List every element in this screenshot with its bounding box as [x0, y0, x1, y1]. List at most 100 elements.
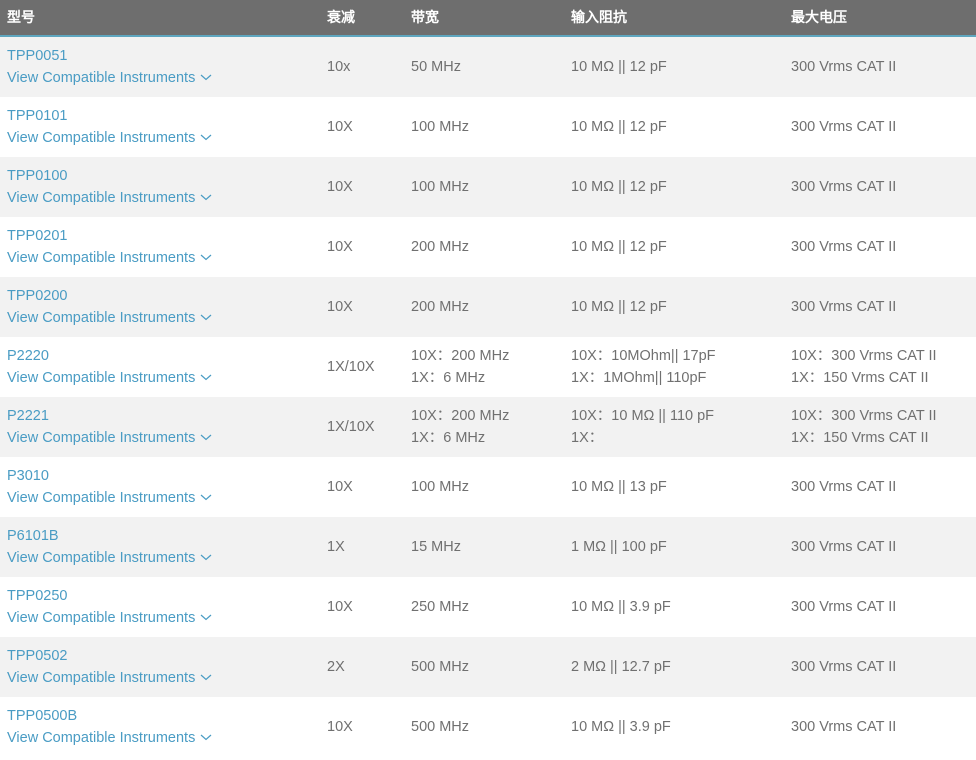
bandwidth-cell-line: 10X：200 MHz: [411, 408, 510, 424]
impedance-cell-line: 10X：10 MΩ || 110 pF: [571, 408, 715, 424]
attenuation-cell: 10X: [327, 599, 353, 615]
view-compatible-instruments-toggle[interactable]: View Compatible Instruments: [7, 367, 321, 389]
voltage-cell-line: 300 Vrms CAT II: [791, 599, 897, 615]
impedance-cell-line: 1 MΩ || 100 pF: [571, 539, 667, 555]
voltage-cell: 300 Vrms CAT II: [785, 56, 976, 78]
model-cell: TPP0250 View Compatible Instruments: [0, 585, 321, 629]
attenuation-cell: 10X: [327, 179, 353, 195]
view-compatible-instruments-toggle[interactable]: View Compatible Instruments: [7, 727, 321, 749]
model-cell: P2220 View Compatible Instruments: [0, 345, 321, 389]
voltage-cell-line: 300 Vrms CAT II: [791, 59, 897, 75]
model-link[interactable]: TPP0100: [7, 165, 321, 187]
view-compatible-instruments-label: View Compatible Instruments: [7, 130, 196, 146]
bandwidth-cell: 10X：200 MHz 1X：6 MHz: [405, 345, 565, 389]
model-link[interactable]: TPP0500B: [7, 705, 321, 727]
table-row: TPP0200 View Compatible Instruments 10X 200…: [0, 277, 976, 337]
voltage-cell-line: 10X：300 Vrms CAT II: [791, 348, 937, 364]
voltage-cell-line: 300 Vrms CAT II: [791, 239, 897, 255]
bandwidth-cell: 200 MHz: [405, 296, 565, 318]
model-cell: TPP0502 View Compatible Instruments: [0, 645, 321, 689]
impedance-cell-line: 10 MΩ || 12 pF: [571, 299, 667, 315]
impedance-cell-line: 10 MΩ || 12 pF: [571, 239, 667, 255]
attenuation-cell: 1X/10X: [327, 359, 375, 375]
view-compatible-instruments-label: View Compatible Instruments: [7, 490, 196, 506]
voltage-cell: 300 Vrms CAT II: [785, 236, 976, 258]
view-compatible-instruments-label: View Compatible Instruments: [7, 370, 196, 386]
voltage-cell-line: 300 Vrms CAT II: [791, 539, 897, 555]
attenuation-cell: 1X: [327, 539, 345, 555]
bandwidth-cell: 15 MHz: [405, 536, 565, 558]
model-link[interactable]: P3010: [7, 465, 321, 487]
table-row: TPP0502 View Compatible Instruments 2X 500 …: [0, 637, 976, 697]
table-row: TPP0100 View Compatible Instruments 10X 100…: [0, 157, 976, 217]
voltage-cell-line: 10X：300 Vrms CAT II: [791, 408, 937, 424]
impedance-cell: 2 MΩ || 12.7 pF: [565, 656, 785, 678]
view-compatible-instruments-toggle[interactable]: View Compatible Instruments: [7, 307, 321, 329]
header-attenuation[interactable]: 衰减: [321, 0, 405, 35]
impedance-cell: 10 MΩ || 12 pF: [565, 116, 785, 138]
model-cell: TPP0101 View Compatible Instruments: [0, 105, 321, 149]
impedance-cell-line: 10 MΩ || 12 pF: [571, 59, 667, 75]
table-row: TPP0250 View Compatible Instruments 10X 250…: [0, 577, 976, 637]
bandwidth-cell-line: 10X：200 MHz: [411, 348, 510, 364]
voltage-cell-line: 1X：150 Vrms CAT II: [791, 370, 929, 386]
attenuation-cell: 10X: [327, 239, 353, 255]
bandwidth-cell-line: 100 MHz: [411, 479, 470, 495]
table-row: P3010 View Compatible Instruments 10X 100 M…: [0, 457, 976, 517]
impedance-cell: 10X：10MOhm|| 17pF 1X：1MOhm|| 110pF: [565, 345, 785, 389]
voltage-cell: 10X：300 Vrms CAT II 1X：150 Vrms CAT II: [785, 405, 976, 449]
table-row: TPP0201 View Compatible Instruments 10X 200…: [0, 217, 976, 277]
header-max-voltage[interactable]: 最大电压: [785, 0, 976, 35]
probe-table: 型号 衰减 带宽 输入阻抗 最大电压 TPP0051 View Compatibl…: [0, 0, 976, 760]
voltage-cell: 300 Vrms CAT II: [785, 596, 976, 618]
header-model[interactable]: 型号: [0, 0, 321, 35]
model-link[interactable]: P6101B: [7, 525, 321, 547]
bandwidth-cell-line: 200 MHz: [411, 239, 470, 255]
model-link[interactable]: TPP0201: [7, 225, 321, 247]
model-link[interactable]: TPP0200: [7, 285, 321, 307]
model-cell: TPP0201 View Compatible Instruments: [0, 225, 321, 269]
view-compatible-instruments-toggle[interactable]: View Compatible Instruments: [7, 67, 321, 89]
attenuation-cell: 10x: [327, 59, 351, 75]
view-compatible-instruments-toggle[interactable]: View Compatible Instruments: [7, 487, 321, 509]
model-link[interactable]: TPP0051: [7, 45, 321, 67]
table-row: TPP0500B View Compatible Instruments 10X 50…: [0, 697, 976, 757]
model-link[interactable]: TPP0502: [7, 645, 321, 667]
chevron-down-icon: [200, 134, 212, 141]
voltage-cell: 300 Vrms CAT II: [785, 476, 976, 498]
header-input-impedance[interactable]: 输入阻抗: [565, 0, 785, 35]
attenuation-cell: 2X: [327, 659, 345, 675]
view-compatible-instruments-toggle[interactable]: View Compatible Instruments: [7, 607, 321, 629]
model-link[interactable]: P2221: [7, 405, 321, 427]
impedance-cell-line: 2 MΩ || 12.7 pF: [571, 659, 671, 675]
bandwidth-cell: 10X：200 MHz 1X：6 MHz: [405, 405, 565, 449]
bandwidth-cell-line: 500 MHz: [411, 719, 470, 735]
view-compatible-instruments-toggle[interactable]: View Compatible Instruments: [7, 187, 321, 209]
table-row: P6101B View Compatible Instruments 1X 15 MH…: [0, 517, 976, 577]
voltage-cell-line: 300 Vrms CAT II: [791, 659, 897, 675]
model-cell: TPP0051 View Compatible Instruments: [0, 45, 321, 89]
impedance-cell-line: 10 MΩ || 3.9 pF: [571, 599, 671, 615]
bandwidth-cell-line: 250 MHz: [411, 599, 470, 615]
chevron-down-icon: [200, 494, 212, 501]
chevron-down-icon: [200, 374, 212, 381]
impedance-cell: 10 MΩ || 3.9 pF: [565, 596, 785, 618]
view-compatible-instruments-toggle[interactable]: View Compatible Instruments: [7, 667, 321, 689]
bandwidth-cell-line: 200 MHz: [411, 299, 470, 315]
view-compatible-instruments-toggle[interactable]: View Compatible Instruments: [7, 247, 321, 269]
chevron-down-icon: [200, 734, 212, 741]
view-compatible-instruments-toggle[interactable]: View Compatible Instruments: [7, 547, 321, 569]
model-link[interactable]: TPP0101: [7, 105, 321, 127]
impedance-cell: 1 MΩ || 100 pF: [565, 536, 785, 558]
view-compatible-instruments-toggle[interactable]: View Compatible Instruments: [7, 427, 321, 449]
view-compatible-instruments-toggle[interactable]: View Compatible Instruments: [7, 127, 321, 149]
table-header: 型号 衰减 带宽 输入阻抗 最大电压: [0, 0, 976, 37]
model-cell: TPP0100 View Compatible Instruments: [0, 165, 321, 209]
voltage-cell: 300 Vrms CAT II: [785, 296, 976, 318]
header-bandwidth[interactable]: 带宽: [405, 0, 565, 35]
impedance-cell: 10 MΩ || 3.9 pF: [565, 716, 785, 738]
voltage-cell: 300 Vrms CAT II: [785, 656, 976, 678]
model-link[interactable]: P2220: [7, 345, 321, 367]
impedance-cell: 10 MΩ || 12 pF: [565, 296, 785, 318]
model-link[interactable]: TPP0250: [7, 585, 321, 607]
